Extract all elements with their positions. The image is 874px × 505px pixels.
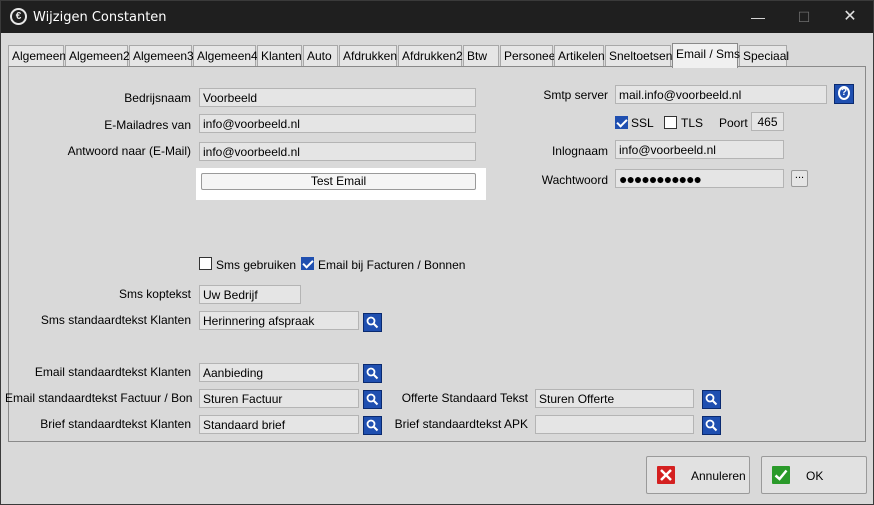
password-label: Wachtwoord: [541, 173, 608, 187]
search-icon: [366, 419, 379, 432]
email-customers-template-label: Email standaardtekst Klanten: [34, 365, 191, 379]
sms-enable-checkbox[interactable]: [199, 257, 212, 270]
tab-klanten[interactable]: Klanten: [257, 45, 302, 67]
quote-template-label: Offerte Standaard Tekst: [401, 391, 528, 405]
letter-apk-template-label: Brief standaardtekst APK: [394, 417, 528, 431]
smtp-server-field[interactable]: mail.info@voorbeeld.nl: [615, 85, 827, 104]
letter-apk-template-field[interactable]: [535, 415, 694, 434]
search-icon: [366, 316, 379, 329]
cancel-x-icon: [657, 466, 675, 484]
email-invoice-template-label: Email standaardtekst Factuur / Bon: [5, 391, 193, 405]
email-customers-template-field[interactable]: Aanbieding: [199, 363, 359, 382]
search-icon: [705, 419, 718, 432]
tab-afdrukken[interactable]: Afdrukken: [339, 45, 397, 67]
bedrijfsnaam-label: Bedrijsnaam: [124, 91, 191, 105]
checkmark-icon: [772, 466, 790, 484]
tab-btw[interactable]: Btw: [463, 45, 499, 67]
close-button[interactable]: ✕: [827, 1, 873, 33]
tab-personeel[interactable]: Personeel: [500, 45, 558, 67]
tab-algemeen3[interactable]: Algemeen3: [129, 45, 194, 67]
password-options-button[interactable]: ...: [791, 170, 808, 187]
ssl-checkbox[interactable]: [615, 116, 628, 129]
tab-algemeen2[interactable]: Algemeen2: [65, 45, 130, 67]
minimize-button[interactable]: —: [735, 1, 781, 33]
email-from-label: E-Mailadres van: [104, 118, 191, 132]
letter-customers-template-label: Brief standaardtekst Klanten: [40, 417, 191, 431]
cancel-label: Annuleren: [691, 469, 746, 483]
quote-template-field[interactable]: Sturen Offerte: [535, 389, 694, 408]
password-field[interactable]: ●●●●●●●●●●●: [615, 169, 784, 188]
sms-template-field[interactable]: Herinnering afspraak: [199, 311, 359, 330]
letter-customers-template-field[interactable]: Standaard brief: [199, 415, 359, 434]
help-button[interactable]: ?: [834, 84, 854, 104]
tab-algemeen4[interactable]: Algemeen4: [193, 45, 258, 67]
tab-speciaal[interactable]: Speciaal: [739, 45, 789, 67]
help-icon: ?: [838, 86, 850, 100]
ok-button[interactable]: OK: [761, 456, 867, 494]
email-from-field[interactable]: info@voorbeeld.nl: [199, 114, 476, 133]
port-field[interactable]: 465: [751, 112, 784, 131]
tab-afdrukken2[interactable]: Afdrukken2: [398, 45, 463, 67]
maximize-button[interactable]: ☐: [781, 1, 827, 33]
test-email-highlight: Test Email: [196, 168, 486, 200]
email-invoice-search-button[interactable]: [363, 390, 382, 409]
cancel-button[interactable]: Annuleren: [646, 456, 750, 494]
smtp-server-label: Smtp server: [543, 88, 608, 102]
reply-to-label: Antwoord naar (E-Mail): [67, 144, 191, 158]
quote-search-button[interactable]: [702, 390, 721, 409]
tls-label: TLS: [681, 116, 704, 130]
search-icon: [366, 393, 379, 406]
tab-artikelen[interactable]: Artikelen: [554, 45, 605, 67]
reply-to-field[interactable]: info@voorbeeld.nl: [199, 142, 476, 161]
ssl-label: SSL: [631, 116, 654, 130]
search-icon: [366, 367, 379, 380]
login-field[interactable]: info@voorbeeld.nl: [615, 140, 784, 159]
test-email-button[interactable]: Test Email: [201, 173, 476, 190]
letter-apk-search-button[interactable]: [702, 416, 721, 435]
tls-checkbox[interactable]: [664, 116, 677, 129]
sms-template-label: Sms standaardtekst Klanten: [40, 313, 191, 327]
tab-auto[interactable]: Auto: [303, 45, 338, 67]
email-invoice-template-field[interactable]: Sturen Factuur: [199, 389, 359, 408]
login-label: Inlognaam: [551, 144, 608, 158]
app-logo-icon: €: [10, 8, 27, 25]
dialog-window: € Wijzigen Constanten — ☐ ✕ Algemeen Alg…: [0, 0, 874, 505]
email-customers-search-button[interactable]: [363, 364, 382, 383]
title-bar[interactable]: € Wijzigen Constanten — ☐ ✕: [1, 1, 873, 33]
port-label: Poort: [719, 116, 748, 130]
search-icon: [705, 393, 718, 406]
tab-email-sms[interactable]: Email / Sms: [672, 43, 740, 68]
window-title: Wijzigen Constanten: [33, 10, 167, 25]
sms-template-search-button[interactable]: [363, 313, 382, 332]
sms-header-field[interactable]: Uw Bedrijf: [199, 285, 301, 304]
bedrijfsnaam-field[interactable]: Voorbeeld: [199, 88, 476, 107]
letter-customers-search-button[interactable]: [363, 416, 382, 435]
tab-algemeen[interactable]: Algemeen: [8, 45, 66, 67]
tab-sneltoetsen[interactable]: Sneltoetsen: [605, 45, 672, 67]
email-invoices-label: Email bij Facturen / Bonnen: [318, 258, 466, 272]
ok-label: OK: [806, 469, 824, 483]
sms-enable-label: Sms gebruiken: [216, 258, 297, 272]
email-invoices-checkbox[interactable]: [301, 257, 314, 270]
sms-header-label: Sms koptekst: [118, 287, 191, 301]
